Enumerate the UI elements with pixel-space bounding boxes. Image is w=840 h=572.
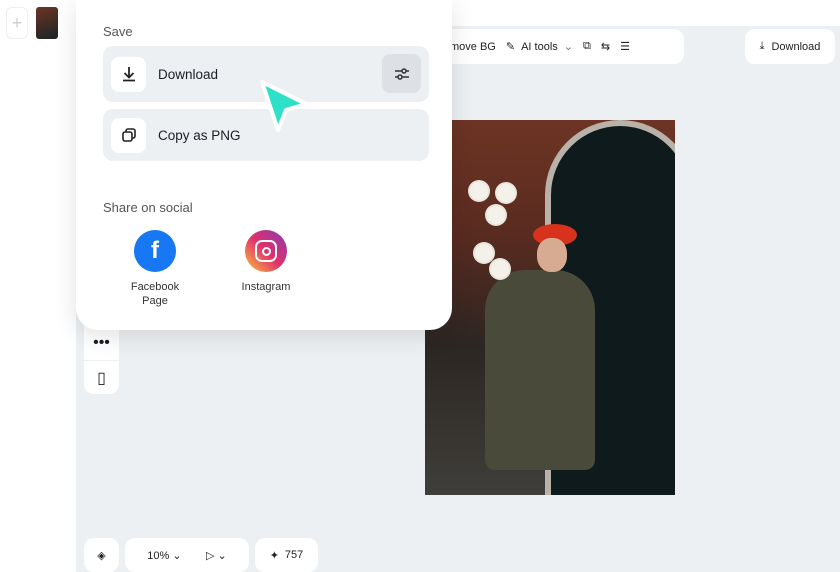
swap-icon[interactable]: ⇆ (601, 40, 610, 53)
sliders-icon (394, 67, 409, 80)
download-settings-button[interactable] (382, 54, 421, 93)
facebook-icon: f (134, 230, 176, 272)
zoom-select[interactable]: 10% ⌄ (147, 549, 181, 562)
instagram-label: Instagram (241, 281, 291, 293)
remove-bg-button[interactable]: move BG (450, 41, 496, 53)
ai-tools-button[interactable]: ✎ AI tools ⌄ (505, 40, 573, 54)
copy-icon (111, 117, 146, 153)
resize-icon[interactable]: ▯ (84, 360, 119, 394)
zoom-value: 10% (147, 549, 170, 562)
download-label: Download (771, 40, 821, 53)
download-button[interactable]: ⤓ Download (745, 29, 835, 64)
share-heading: Share on social (103, 200, 193, 215)
sparkle-icon: ✦ (269, 549, 279, 562)
copy-png-label: Copy as PNG (158, 127, 241, 143)
instagram-icon (245, 230, 287, 272)
left-sidebar: ••• ▯ (84, 326, 119, 394)
add-page-button[interactable]: + (6, 7, 28, 39)
share-facebook[interactable]: f Facebook Page (115, 230, 195, 308)
download-icon: ⤓ (759, 40, 765, 52)
more-icon[interactable]: ••• (84, 326, 119, 360)
magic-wand-icon: ✎ (505, 41, 516, 53)
save-heading: Save (103, 24, 133, 39)
layers-icon: ◈ (97, 549, 106, 562)
layers-button[interactable]: ◈ (84, 538, 119, 572)
chevron-down-icon: ⌄ (563, 41, 573, 53)
cursor-icon (260, 80, 308, 132)
download-label: Download (158, 66, 219, 82)
download-popup: Save Download Copy as PNG Share on socia… (76, 0, 452, 330)
facebook-label: Facebook Page (130, 281, 180, 307)
download-icon (111, 56, 146, 92)
top-toolbar: move BG ✎ AI tools ⌄ ⧉ ⇆ ☰ (430, 29, 684, 64)
pointer-tool-select[interactable]: ▷ ⌄ (206, 549, 227, 562)
crop-icon[interactable]: ⧉ (583, 40, 591, 53)
credits-count: 757 (284, 549, 304, 561)
adjust-icon[interactable]: ☰ (620, 40, 630, 53)
zoom-control: 10% ⌄ ▷ ⌄ (125, 538, 249, 572)
page-strip: + (0, 0, 78, 46)
credits-button[interactable]: ✦ 757 (255, 538, 318, 572)
page-thumbnail[interactable] (36, 7, 58, 39)
share-instagram[interactable]: Instagram (226, 230, 306, 294)
ai-tools-label: AI tools (521, 40, 558, 53)
canvas-image[interactable] (425, 120, 675, 495)
